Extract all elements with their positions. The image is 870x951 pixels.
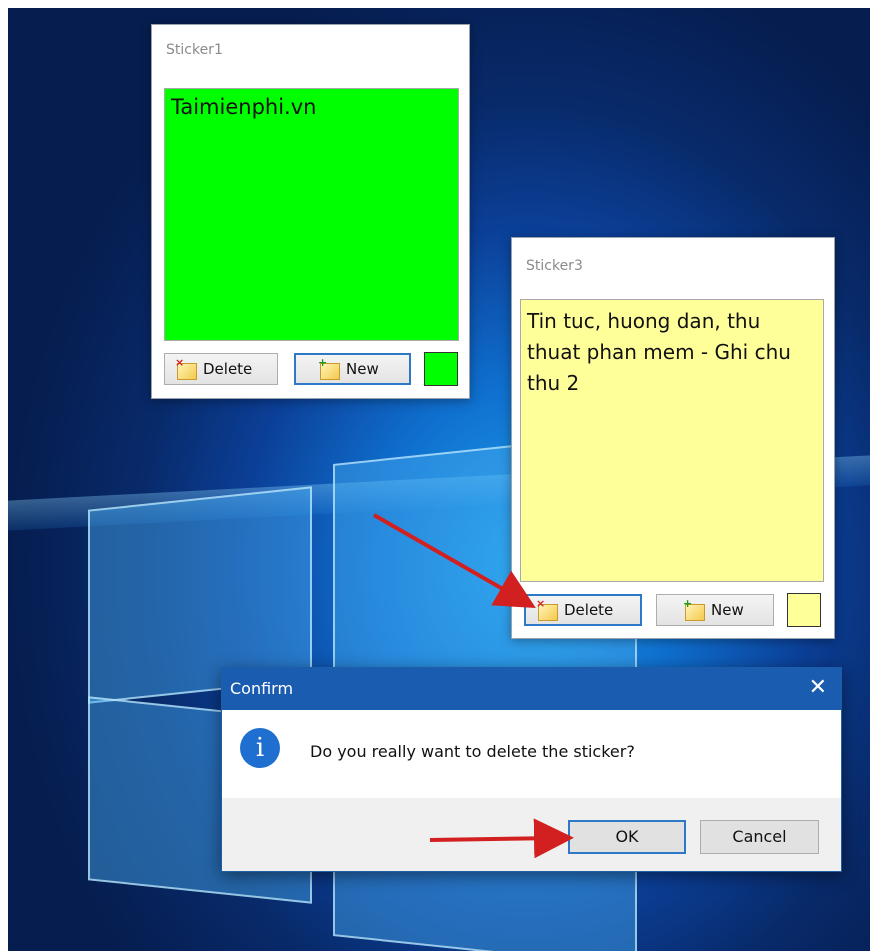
info-icon: i — [240, 728, 280, 768]
sticker3-color-swatch[interactable] — [787, 593, 821, 627]
sticker1-note-text: Taimienphi.vn — [171, 95, 317, 119]
sticker3-new-label: New — [711, 601, 744, 619]
cancel-button[interactable]: Cancel — [700, 820, 819, 854]
sticker1-window: Sticker1 Taimienphi.vn × Delete + New — [151, 24, 470, 399]
sticker3-title: Sticker3 — [526, 258, 583, 274]
ok-button[interactable]: OK — [568, 820, 686, 854]
sticker3-window: Sticker3 Tin tuc, huong dan, thu thuat p… — [511, 237, 835, 639]
sticker1-delete-label: Delete — [203, 360, 253, 378]
sticker1-new-button[interactable]: + New — [294, 353, 411, 385]
delete-sticker-icon: × — [175, 357, 197, 380]
confirm-dialog-title: Confirm — [230, 679, 294, 698]
sticker3-new-button[interactable]: + New — [656, 594, 774, 626]
new-sticker-icon: + — [318, 357, 340, 380]
sticker1-delete-button[interactable]: × Delete — [164, 353, 278, 385]
sticker3-delete-label: Delete — [564, 601, 614, 619]
delete-sticker-icon: × — [536, 598, 558, 621]
new-sticker-icon: + — [683, 598, 705, 621]
confirm-dialog-message: Do you really want to delete the sticker… — [310, 742, 635, 761]
sticker1-new-label: New — [346, 360, 379, 378]
confirm-dialog-titlebar: Confirm ✕ — [222, 668, 841, 710]
sticker1-title: Sticker1 — [166, 42, 223, 58]
sticker1-color-swatch[interactable] — [424, 352, 458, 386]
sticker1-note-area[interactable]: Taimienphi.vn — [164, 88, 459, 341]
sticker3-delete-button[interactable]: × Delete — [524, 594, 642, 626]
sticker3-note-text: Tin tuc, huong dan, thu thuat phan mem -… — [527, 309, 791, 395]
sticker3-note-area[interactable]: Tin tuc, huong dan, thu thuat phan mem -… — [520, 299, 824, 582]
close-icon[interactable]: ✕ — [809, 676, 827, 700]
confirm-dialog: Confirm ✕ i Do you really want to delete… — [221, 667, 842, 872]
